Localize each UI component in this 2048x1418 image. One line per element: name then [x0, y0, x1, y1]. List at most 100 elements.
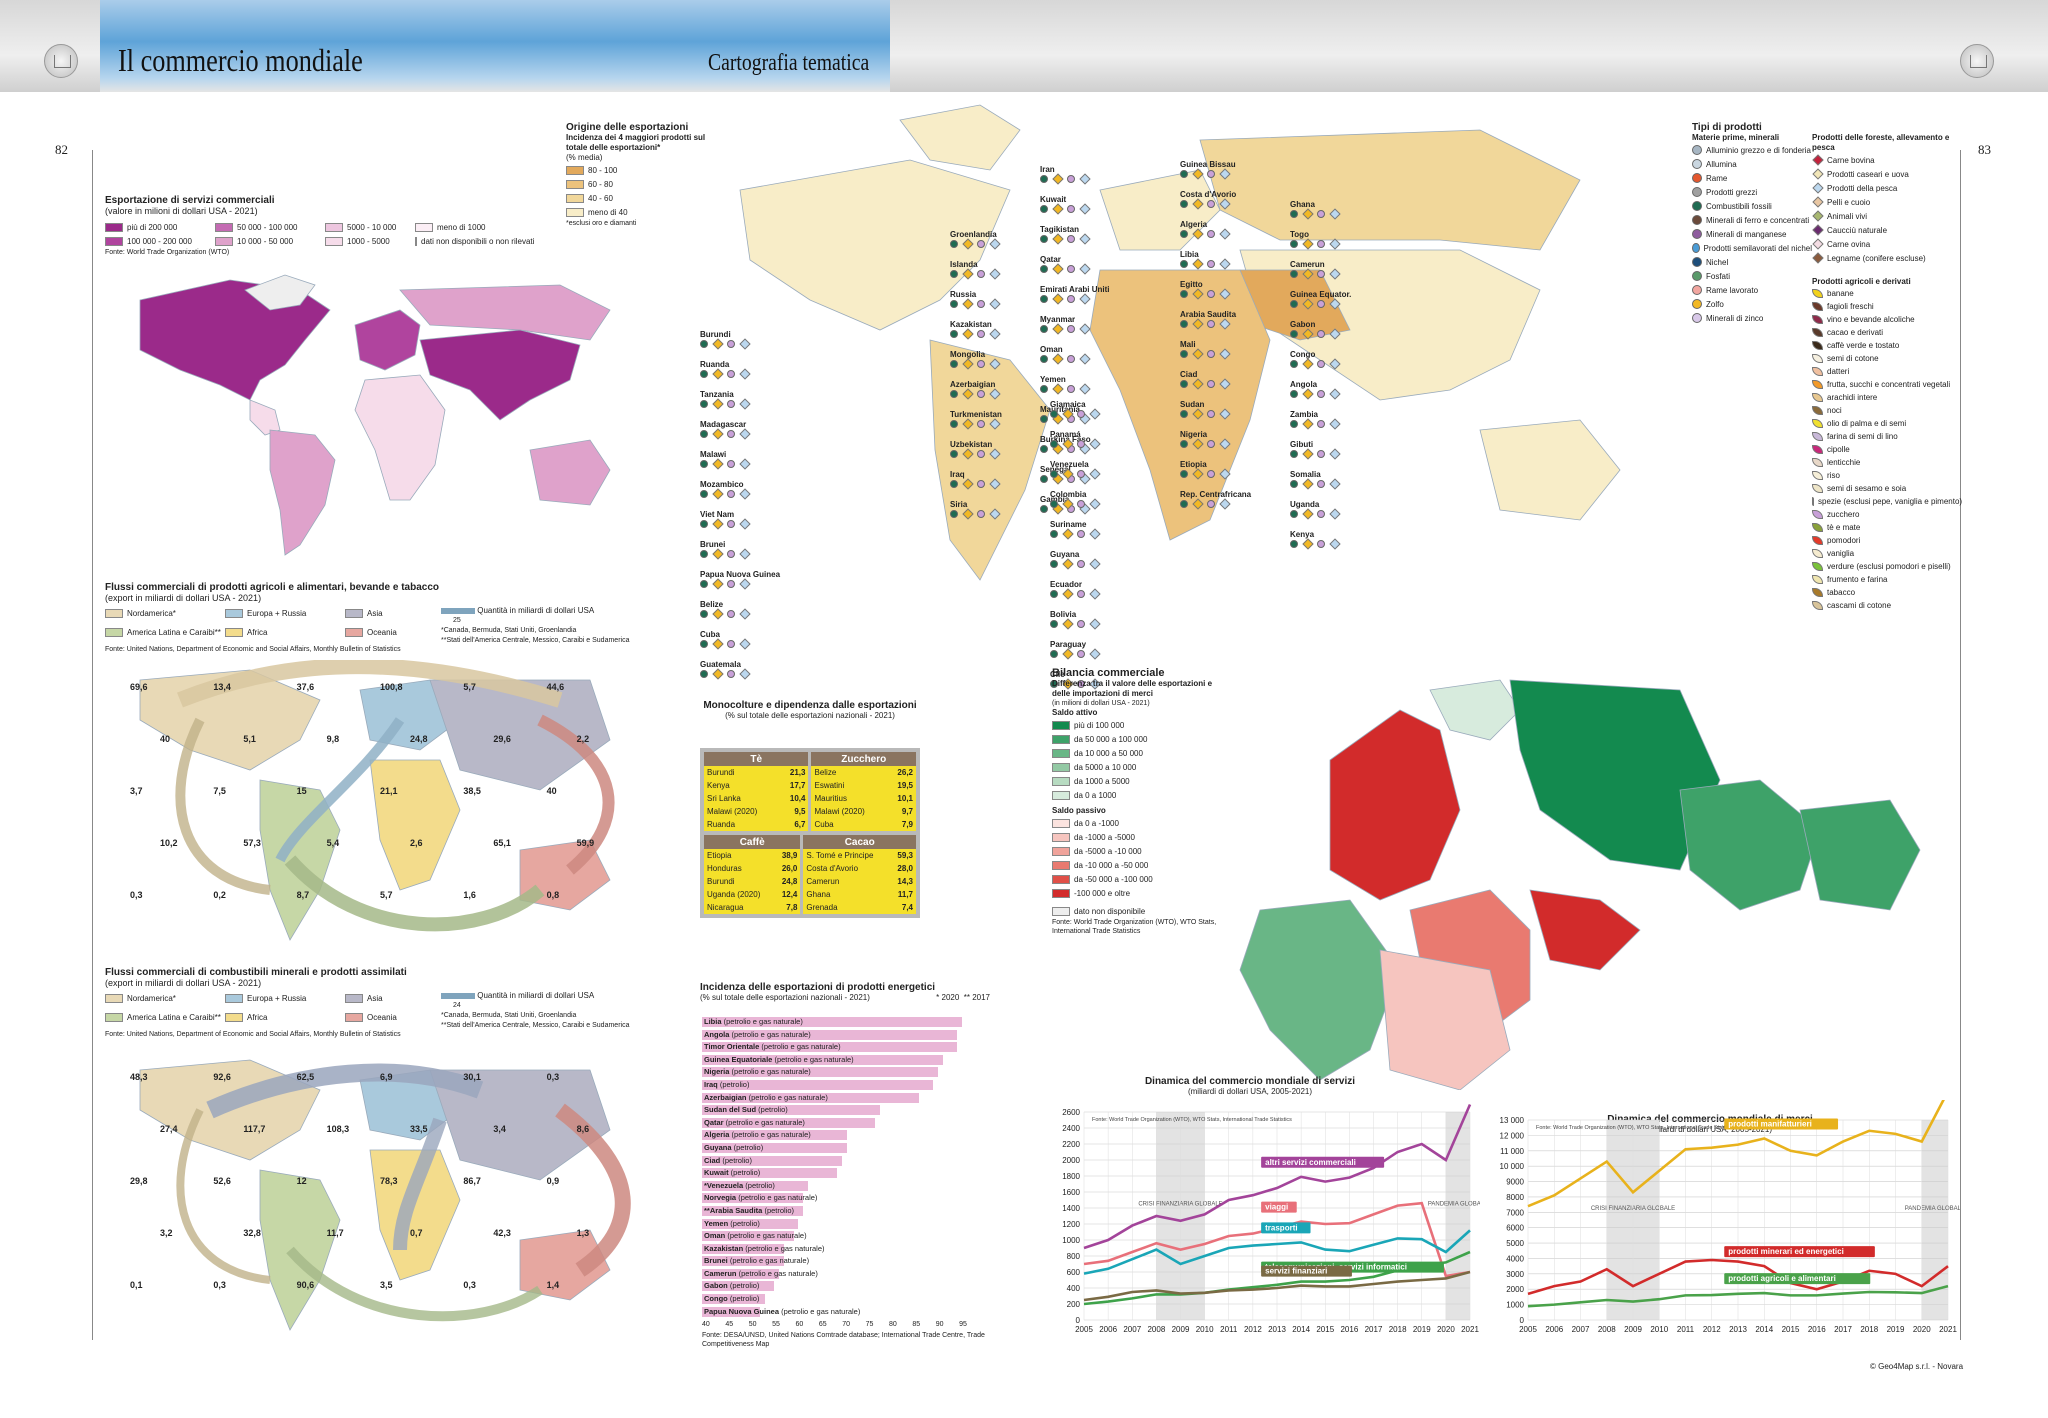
product-icon [1207, 499, 1215, 508]
product-icon [1329, 478, 1341, 490]
services-map-title: Esportazione di servizi commerciali [105, 195, 275, 206]
legend-label: Minerali di manganese [1706, 229, 1787, 239]
product-icon [1302, 358, 1314, 370]
product-icon [1180, 379, 1188, 388]
product-icon [1062, 618, 1074, 630]
energy-bar-label: Libia (petrolio e gas naturale) [704, 1016, 803, 1028]
energy-bar-label: Guinea Equatoriale (petrolio e gas natur… [704, 1054, 854, 1066]
country-label: Guinea Bissau [1180, 160, 1236, 180]
country-name: Guinea Equatoriale [704, 1054, 773, 1064]
agri-flows-arrow-legend: Quantità in miliardi di dollari USA 25 *… [441, 606, 629, 645]
country-name: Oman [704, 1231, 726, 1241]
energy-note-2017: ** 2017 [963, 993, 990, 1002]
flow-value: 21,1 [380, 786, 398, 796]
legend-label: cipolle [1827, 445, 1850, 454]
energy-bar-label: Azerbaigian (petrolio e gas naturale) [704, 1092, 828, 1104]
legend-swatch [1692, 145, 1702, 155]
product-icon [1329, 298, 1341, 310]
book-icon[interactable] [44, 44, 78, 78]
flow-value: 86,7 [463, 1176, 481, 1186]
product-icon [1052, 233, 1064, 245]
table-row: Malawi (2020) 9,5 Malawi (2020) 9,7 [704, 805, 916, 818]
table-cell: Malawi (2020) [809, 805, 888, 818]
flow-value: 40 [547, 786, 557, 796]
flow-value: 5,7 [380, 890, 393, 900]
agri-flows-note2: **Stati dell'America Centrale, Messico, … [441, 637, 630, 644]
legend-item: 10 000 - 50 000 [215, 234, 325, 248]
y-tick: 2000 [1062, 1156, 1080, 1165]
table-row: Uganda (2020) 12,4 Ghana 11,7 [704, 888, 916, 901]
product-icon [1180, 499, 1188, 508]
energy-subtitle: (% sul totale delle esportazioni naziona… [700, 993, 870, 1002]
country-label: Libia [1180, 250, 1234, 270]
product-icon [950, 509, 958, 518]
flow-value: 59,9 [577, 838, 595, 848]
axis-tick: 75 [865, 1321, 874, 1328]
country-name: Gabon [704, 1281, 728, 1291]
product-icon [727, 669, 735, 678]
legend-item: tè e mate [1812, 521, 1962, 534]
table-row: Kenya 17,7 Eswatini 19,5 [704, 779, 916, 792]
product-icon [1062, 588, 1074, 600]
legend-swatch [1692, 299, 1702, 309]
legend-swatch [1812, 328, 1823, 337]
legend-label: Carne bovina [1827, 155, 1875, 165]
energy-bar-row: Congo (petrolio) [702, 1293, 967, 1306]
book-icon[interactable] [1960, 44, 1994, 78]
country-label: Yemen [1040, 375, 1094, 395]
legend-label: 1000 - 5000 [347, 236, 390, 246]
energy-bar-row: Algeria (petrolio e gas naturale) [702, 1129, 967, 1142]
legend-label: Carne ovina [1827, 239, 1871, 249]
table-cell: 7,9 [887, 818, 916, 831]
legend-item: Africa [225, 1011, 345, 1025]
legend-item: 50 000 - 100 000 [215, 220, 325, 234]
product-icon [739, 458, 751, 470]
y-tick: 2400 [1062, 1124, 1080, 1133]
legend-item: frutta, succhi e concentrati vegetali [1812, 378, 1962, 391]
product-icon [1180, 349, 1188, 358]
energy-bar-row: Gabon (petrolio) [702, 1280, 967, 1293]
product-icons [700, 458, 754, 470]
table-cell: Cuba [809, 818, 888, 831]
legend-swatch [1812, 588, 1823, 597]
x-tick: 2013 [1729, 1325, 1747, 1334]
product-icons [700, 638, 754, 650]
energy-bar-label: Sudan del Sud (petrolio) [704, 1104, 788, 1116]
product-icons [700, 608, 754, 620]
legend-swatch [215, 236, 233, 246]
table-cell: Uganda (2020) [704, 888, 775, 901]
product-icons [1050, 498, 1104, 510]
country-label: Burundi [700, 330, 754, 350]
product-icon [989, 478, 1001, 490]
x-tick: 2012 [1703, 1325, 1721, 1334]
goods-line-chart: CRISI FINANZIARIA GLOBALE PANDEMIA GLOBAL… [1500, 1100, 1960, 1334]
product-icon [1180, 289, 1188, 298]
product-icons [950, 328, 1004, 340]
agri-flows-source: Fonte: United Nations, Department of Eco… [105, 646, 401, 653]
product-icon [727, 429, 735, 438]
legend-label: da 0 a -1000 [1074, 818, 1119, 828]
product-icons [1040, 173, 1094, 185]
x-tick: 2014 [1755, 1325, 1773, 1334]
product-icons [1180, 258, 1234, 270]
y-tick: 200 [1067, 1300, 1081, 1309]
energy-bar-label: **Arabia Saudita (petrolio) [704, 1205, 794, 1217]
product-icon [1219, 228, 1231, 240]
product-icon [712, 428, 724, 440]
legend-label: Nichel [1706, 257, 1729, 267]
monoculture-subtitle: (% sul totale delle esportazioni naziona… [725, 711, 895, 720]
x-tick: 2019 [1413, 1325, 1431, 1334]
table-cell: 59,3 [890, 849, 916, 862]
product-icon [1207, 169, 1215, 178]
minerals-list: Alluminio grezzo e di fonderia Allumina Ra… [1692, 143, 1812, 325]
legend-item: semi di sesamo e soia [1812, 482, 1962, 495]
table-cell: S. Tomé e Principe [801, 849, 891, 862]
product-icon [989, 268, 1001, 280]
product-icon [739, 368, 751, 380]
product-icons [1290, 208, 1344, 220]
product-icon [1180, 469, 1188, 478]
x-tick: 2005 [1519, 1325, 1537, 1334]
product-icon [739, 668, 751, 680]
energy-source: Fonte: DESA/UNSD, United Nations Comtrad… [702, 1332, 985, 1348]
product-icon [1180, 439, 1188, 448]
